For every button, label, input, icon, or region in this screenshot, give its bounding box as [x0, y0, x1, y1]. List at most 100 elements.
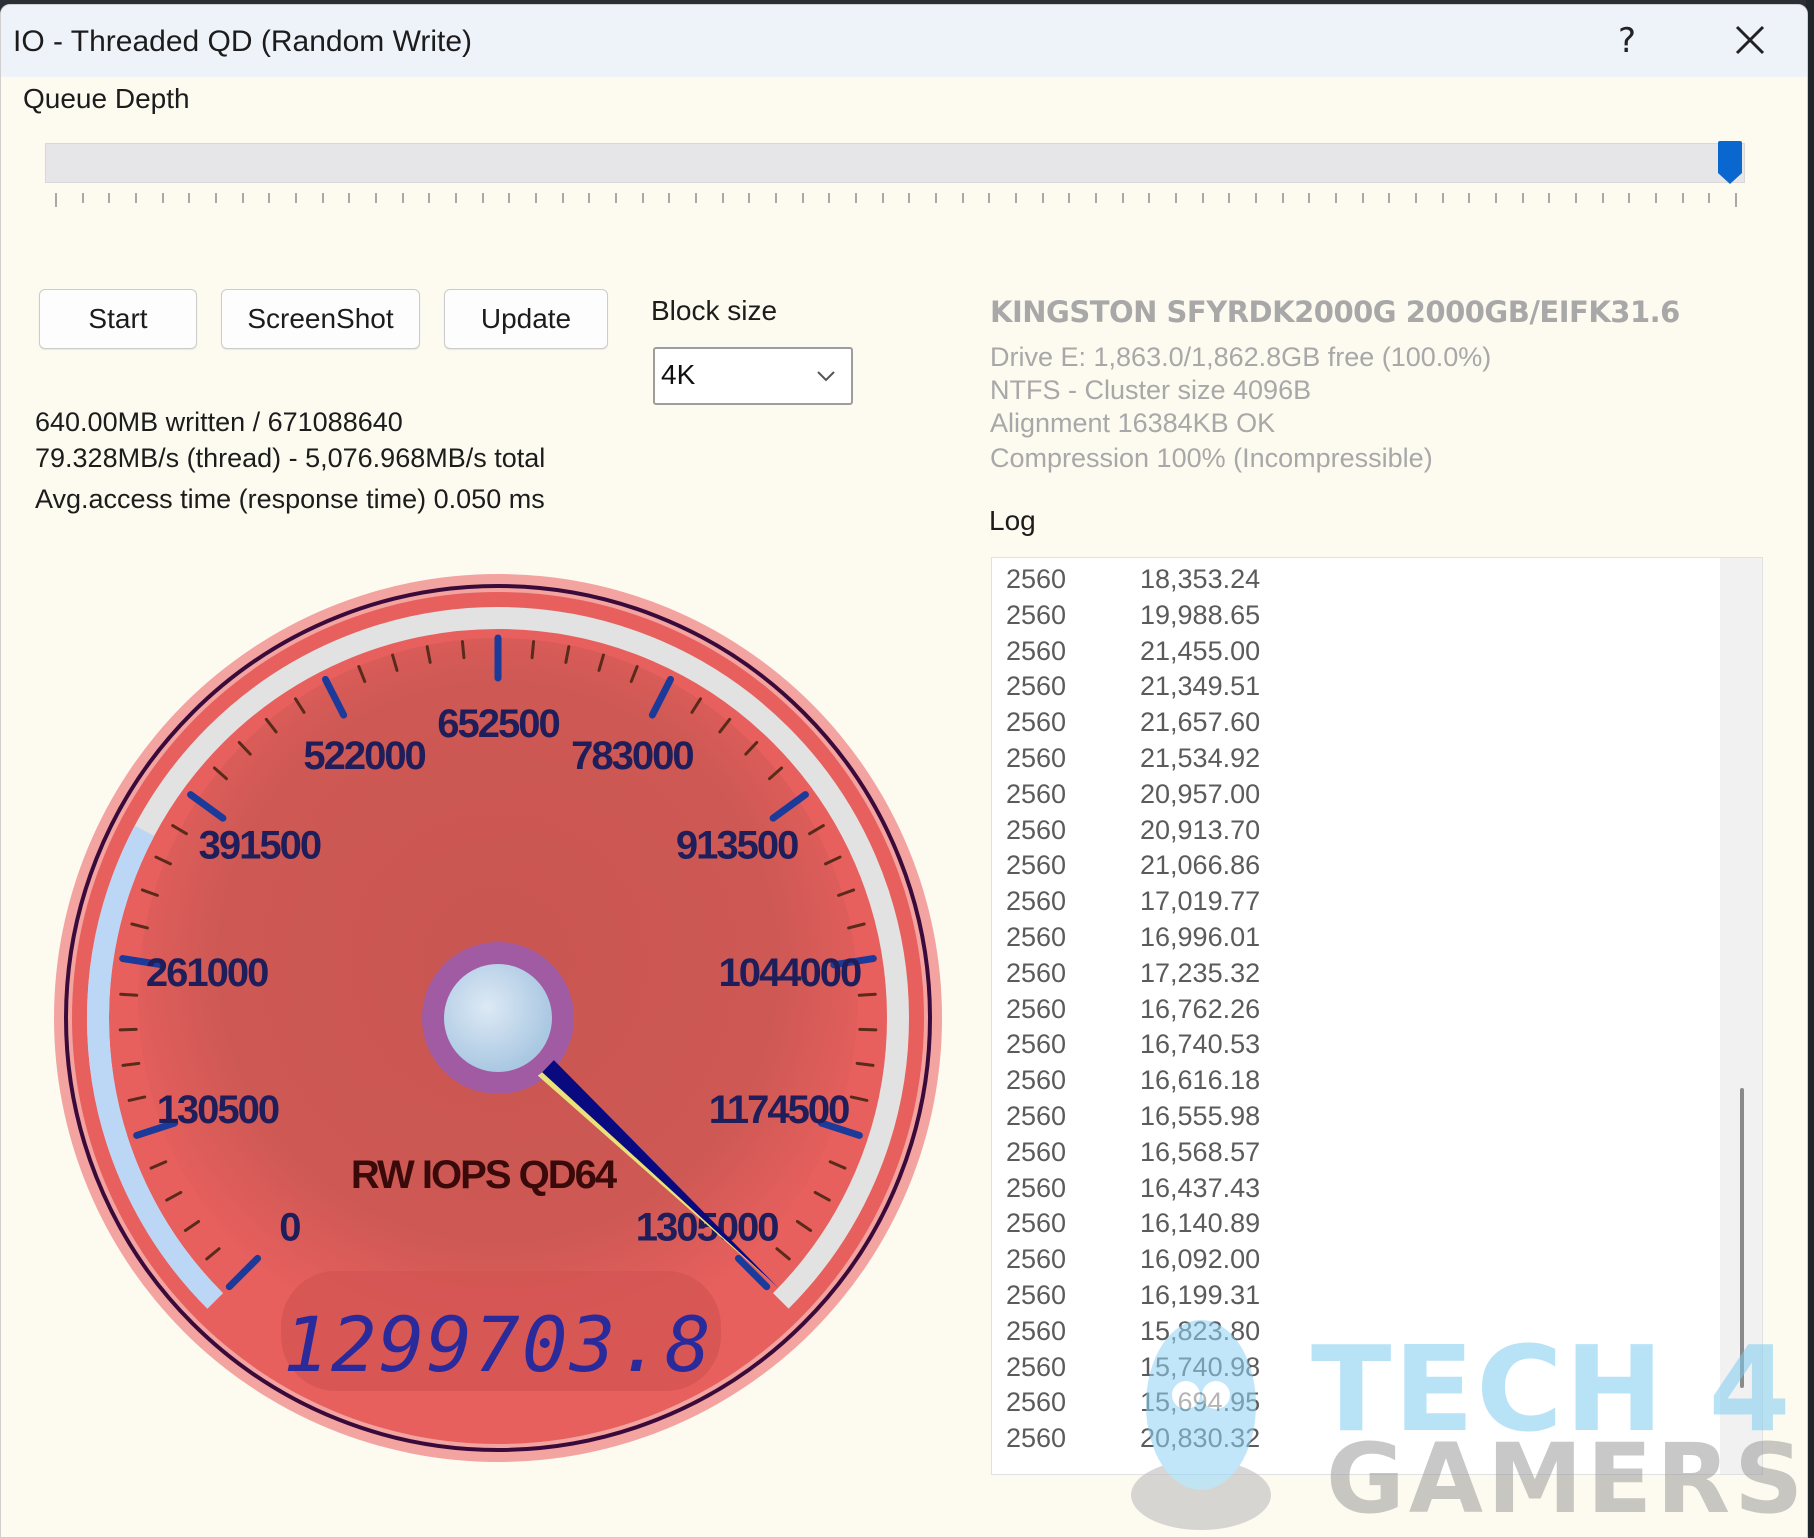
- slider-tick: [588, 193, 591, 203]
- gauge-minor-tick: [530, 640, 536, 660]
- log-row: 2560 21,066.86: [1006, 850, 1406, 886]
- slider-tick: [215, 193, 217, 203]
- screenshot-button[interactable]: ScreenShot: [221, 289, 420, 349]
- help-button[interactable]: ?: [1607, 21, 1647, 61]
- log-row: 2560 17,235.32: [1006, 958, 1406, 994]
- gauge-tick-label: 261000: [146, 951, 268, 995]
- block-size-select[interactable]: 4K: [653, 347, 853, 405]
- slider-tick: [428, 193, 431, 203]
- dialog-window: IO - Threaded QD (Random Write) ? Queue …: [0, 4, 1808, 1538]
- slider-thumb[interactable]: [1717, 139, 1743, 185]
- slider-tick: [1601, 193, 1604, 203]
- log-value: 21,455.00: [1140, 635, 1261, 666]
- log-queue-depth: 2560: [1006, 1029, 1067, 1060]
- log-value: 21,657.60: [1140, 707, 1261, 738]
- slider-tick: [1735, 193, 1737, 207]
- slider-tick: [775, 193, 777, 203]
- slider-tick: [961, 193, 964, 203]
- slider-tick: [828, 193, 831, 203]
- log-queue-depth: 2560: [1006, 635, 1067, 666]
- log-queue-depth: 2560: [1006, 957, 1067, 988]
- log-row: 2560 16,740.53: [1006, 1029, 1406, 1065]
- slider-tick: [1041, 193, 1044, 203]
- log-rows: 2560 18,353.24 2560 19,988.65 2560 21,455.00 2…: [1006, 564, 1406, 1459]
- slider-tick: [881, 193, 884, 203]
- log-row: 2560 16,437.43: [1006, 1173, 1406, 1209]
- log-queue-depth: 2560: [1006, 1136, 1067, 1167]
- log-scrollbar-thumb[interactable]: [1740, 1088, 1744, 1388]
- slider-tick: [1015, 193, 1017, 203]
- log-row: 2560 21,657.60: [1006, 707, 1406, 743]
- start-button[interactable]: Start: [39, 289, 197, 349]
- log-queue-depth: 2560: [1006, 742, 1067, 773]
- slider-tick: [1681, 193, 1684, 203]
- gauge-title: RW IOPS QD64: [351, 1153, 618, 1197]
- log-queue-depth: 2560: [1006, 1244, 1067, 1275]
- drive-model: KINGSTON SFYRDK2000G 2000GB/EIFK31.6: [990, 295, 1680, 329]
- close-button[interactable]: [1727, 17, 1773, 63]
- log-row: 2560 17,019.77: [1006, 886, 1406, 922]
- slider-tick: [268, 193, 271, 203]
- log-queue-depth: 2560: [1006, 1315, 1067, 1346]
- update-button[interactable]: Update: [444, 289, 608, 349]
- slider-tick: [1708, 193, 1711, 203]
- log-row: 2560 16,555.98: [1006, 1101, 1406, 1137]
- slider-tick: [135, 193, 137, 203]
- slider-tick: [561, 193, 564, 203]
- slider-tick: [348, 193, 351, 203]
- log-row: 2560 16,616.18: [1006, 1065, 1406, 1101]
- log-queue-depth: 2560: [1006, 564, 1067, 594]
- slider-tick: [375, 193, 377, 203]
- log-value: 16,199.31: [1140, 1279, 1261, 1310]
- gauge-tick-label: 522000: [303, 734, 425, 778]
- slider-tick: [401, 193, 404, 203]
- drive-alignment: Alignment 16384KB OK: [990, 408, 1276, 438]
- slider-tick: [1521, 193, 1524, 203]
- gauge-hub: [444, 964, 552, 1072]
- slider-tick: [1175, 193, 1177, 203]
- slider-tick: [1441, 193, 1444, 203]
- slider-tick: [241, 193, 244, 203]
- slider-tick: [801, 193, 804, 203]
- log-row: 2560 20,830.32: [1006, 1423, 1406, 1459]
- queue-depth-slider[interactable]: [45, 139, 1745, 185]
- slider-track[interactable]: [45, 143, 1745, 183]
- slider-tick: [508, 193, 511, 203]
- slider-tick: [1655, 193, 1657, 203]
- slider-tick: [1308, 193, 1311, 203]
- slider-tick: [748, 193, 751, 203]
- log-value: 21,066.86: [1140, 850, 1261, 881]
- log-scrollbar[interactable]: [1720, 558, 1762, 1474]
- log-value: 15,823.80: [1140, 1315, 1261, 1346]
- log-row: 2560 21,534.92: [1006, 743, 1406, 779]
- close-icon: [1735, 25, 1765, 55]
- log-list[interactable]: 2560 18,353.24 2560 19,988.65 2560 21,455.00 2…: [991, 557, 1763, 1475]
- log-queue-depth: 2560: [1006, 814, 1067, 845]
- slider-tick: [1415, 193, 1417, 203]
- gauge-minor-tick: [460, 640, 466, 660]
- gauge-minor-tick: [118, 1027, 138, 1032]
- log-row: 2560 16,140.89: [1006, 1208, 1406, 1244]
- log-queue-depth: 2560: [1006, 921, 1067, 952]
- slider-tick: [1201, 193, 1204, 203]
- gauge-minor-tick: [121, 1061, 141, 1067]
- gauge-tick-label: 913500: [676, 824, 798, 868]
- log-value: 15,740.98: [1140, 1351, 1261, 1382]
- slider-tick: [295, 193, 297, 203]
- slider-tick: [161, 193, 164, 203]
- slider-tick: [641, 193, 644, 203]
- slider-tick: [81, 193, 84, 203]
- log-value: 16,740.53: [1140, 1029, 1261, 1060]
- title-bar: IO - Threaded QD (Random Write) ?: [1, 5, 1807, 77]
- drive-free-space: Drive E: 1,863.0/1,862.8GB free (100.0%): [990, 342, 1492, 372]
- log-value: 20,913.70: [1140, 814, 1261, 845]
- block-size-value: 4K: [661, 359, 696, 390]
- log-value: 20,830.32: [1140, 1423, 1261, 1454]
- slider-tick: [908, 193, 911, 203]
- log-value: 16,437.43: [1140, 1172, 1261, 1203]
- log-value: 16,616.18: [1140, 1065, 1261, 1096]
- chevron-down-icon: [817, 371, 835, 382]
- log-queue-depth: 2560: [1006, 671, 1067, 702]
- slider-tick: [1361, 193, 1364, 203]
- log-value: 21,349.51: [1140, 671, 1261, 702]
